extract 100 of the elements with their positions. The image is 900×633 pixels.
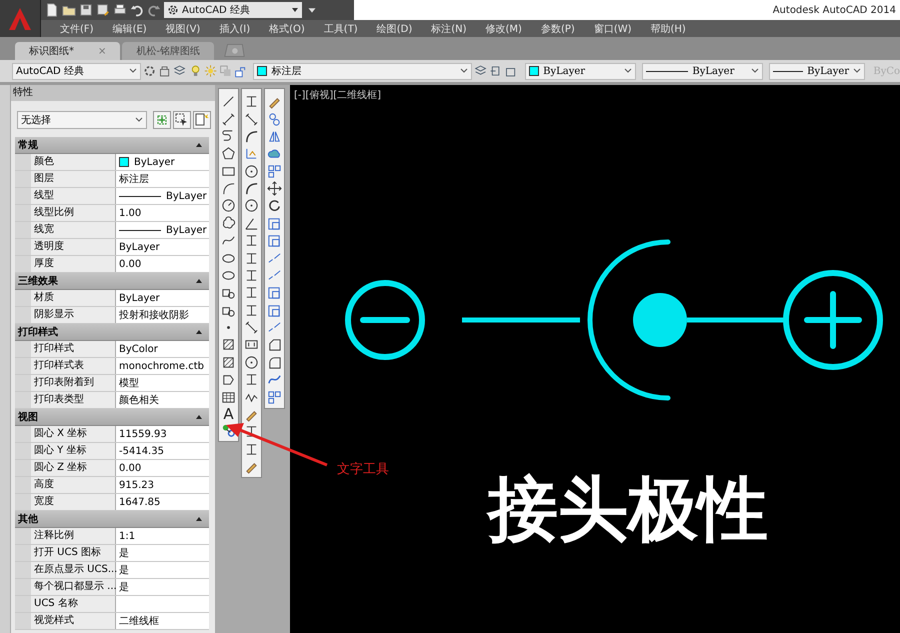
property-value[interactable]: 颜色相关	[119, 393, 159, 407]
menu-item[interactable]: 帮助(H)	[632, 22, 686, 36]
mirror-icon[interactable]	[267, 128, 282, 144]
menu-item[interactable]: 工具(T)	[304, 22, 358, 36]
block-icon[interactable]	[267, 390, 282, 405]
selection-dropdown[interactable]: 无选择	[17, 111, 147, 129]
copy-icon[interactable]	[267, 112, 282, 127]
dimension-icon[interactable]	[244, 94, 259, 110]
dimension-icon[interactable]	[244, 285, 259, 300]
dimension-icon[interactable]	[244, 424, 259, 440]
collapse-toggle-icon[interactable]	[195, 277, 203, 285]
collapse-toggle-icon[interactable]	[195, 515, 203, 523]
quick-select-button[interactable]	[193, 111, 211, 129]
new-file-icon[interactable]	[45, 3, 59, 17]
circle-icon[interactable]	[244, 164, 259, 179]
layer-previous-icon[interactable]	[488, 64, 502, 78]
rectangle-icon[interactable]	[267, 285, 282, 300]
dimension-line-icon[interactable]	[244, 320, 259, 336]
dimension-icon[interactable]	[244, 442, 259, 457]
lock-icon[interactable]	[158, 64, 172, 78]
rectangle-icon[interactable]	[267, 233, 282, 248]
property-value[interactable]: 11559.93	[119, 428, 167, 440]
dimension-line-icon[interactable]	[244, 112, 259, 127]
document-tab[interactable]: 机松-铭牌图纸	[122, 42, 214, 60]
property-value[interactable]: ByColor	[119, 344, 158, 354]
section-header[interactable]: 其他	[15, 511, 209, 528]
menu-item[interactable]: 标注(N)	[412, 22, 467, 36]
move-icon[interactable]	[267, 181, 282, 196]
rectangle-icon[interactable]	[267, 302, 282, 318]
property-value[interactable]: ByLayer	[119, 242, 160, 252]
circle-icon[interactable]	[244, 198, 259, 214]
dimension-icon[interactable]	[244, 233, 259, 248]
add-selected-icon[interactable]	[221, 422, 236, 438]
color-combo[interactable]: ByLayer	[525, 62, 636, 80]
property-value[interactable]: 模型	[119, 376, 139, 390]
layer-combo[interactable]: 标注层	[253, 62, 472, 80]
rectangle-icon[interactable]	[267, 216, 282, 231]
dimension-line-icon[interactable]	[221, 112, 236, 127]
property-value[interactable]: 1.00	[119, 208, 142, 218]
redo-icon[interactable]	[147, 3, 161, 17]
workspace-combo[interactable]: AutoCAD 经典	[12, 62, 142, 80]
polygon-icon[interactable]	[267, 337, 282, 352]
dimension-icon[interactable]	[244, 250, 259, 266]
property-value[interactable]: 是	[119, 580, 129, 594]
dimension-icon[interactable]	[244, 268, 259, 283]
menu-item[interactable]: 绘图(D)	[358, 22, 412, 36]
document-tab[interactable]: 标识图纸* ×	[15, 42, 120, 60]
lineweight-combo[interactable]: ByLayer	[769, 62, 866, 80]
toggle-pickadd-button[interactable]	[153, 111, 171, 129]
property-value[interactable]: monochrome.ctb	[119, 360, 204, 372]
polygon-icon[interactable]	[221, 146, 236, 162]
text-tool-button[interactable]: A	[223, 406, 234, 422]
block-icon[interactable]	[267, 164, 282, 179]
undo-icon[interactable]	[130, 3, 144, 17]
collapse-toggle-icon[interactable]	[195, 413, 203, 421]
property-value[interactable]: 投射和接收阴影	[119, 308, 189, 322]
property-value[interactable]: ByLayer	[166, 224, 207, 236]
section-header[interactable]: 三维效果	[15, 273, 209, 290]
section-header[interactable]: 常规	[15, 137, 209, 154]
menu-item[interactable]: 视图(V)	[146, 22, 200, 36]
gear-icon[interactable]	[143, 64, 156, 78]
select-objects-button[interactable]	[173, 111, 191, 129]
circle-icon[interactable]	[221, 198, 236, 214]
section-header[interactable]: 打印样式	[15, 324, 209, 341]
property-value[interactable]: 是	[119, 546, 129, 560]
folder-icon[interactable]	[62, 3, 76, 17]
property-value[interactable]: ByLayer	[119, 292, 160, 304]
rotate-icon[interactable]	[267, 198, 282, 214]
menu-item[interactable]: 窗口(W)	[574, 22, 632, 36]
print-icon[interactable]	[113, 3, 127, 17]
property-value[interactable]: 915.23	[119, 480, 154, 490]
property-value[interactable]: 0.00	[119, 258, 142, 270]
workspace-dropdown[interactable]: AutoCAD 经典	[164, 2, 302, 18]
property-value[interactable]: 是	[119, 563, 129, 577]
panel-grip[interactable]	[0, 85, 11, 633]
property-value[interactable]: 0.00	[119, 462, 142, 474]
line-icon[interactable]	[221, 94, 236, 110]
property-value[interactable]: ByLayer	[134, 156, 175, 168]
property-value[interactable]: -5414.35	[119, 446, 164, 456]
menu-item[interactable]: 参数(P)	[522, 22, 575, 36]
menu-item[interactable]: 编辑(E)	[94, 22, 147, 36]
circle-icon[interactable]	[244, 354, 259, 370]
cloud-icon[interactable]	[221, 216, 236, 231]
collapse-toggle-icon[interactable]	[195, 328, 203, 336]
save-icon[interactable]	[79, 3, 93, 17]
save-as-icon[interactable]	[96, 3, 110, 17]
dimension-icon[interactable]	[244, 372, 259, 388]
menu-item[interactable]: 格式(O)	[250, 22, 305, 36]
menu-item[interactable]: 修改(M)	[466, 22, 522, 36]
menu-item[interactable]: 插入(I)	[200, 22, 250, 36]
collapse-toggle-icon[interactable]	[195, 141, 203, 149]
section-header[interactable]: 视图	[15, 409, 209, 426]
dimension-icon[interactable]	[244, 302, 259, 318]
property-value[interactable]: 标注层	[119, 172, 149, 186]
table-icon[interactable]	[221, 390, 236, 405]
property-value[interactable]: 1:1	[119, 530, 136, 542]
angle-icon[interactable]	[244, 216, 259, 231]
menu-item[interactable]: 文件(F)	[41, 22, 94, 36]
linetype-combo[interactable]: ByLayer	[642, 62, 764, 80]
property-value[interactable]: 1647.85	[119, 496, 160, 508]
